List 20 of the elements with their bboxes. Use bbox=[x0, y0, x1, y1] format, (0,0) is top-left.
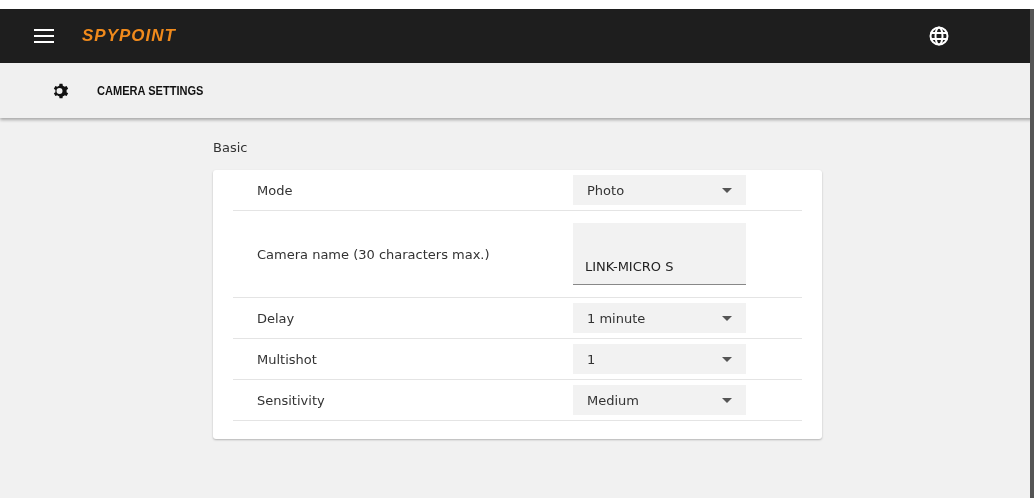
setting-label: Sensitivity bbox=[257, 391, 326, 410]
page-title: CAMERA SETTINGS bbox=[97, 83, 204, 98]
globe-icon[interactable] bbox=[929, 26, 949, 46]
caret-icon bbox=[722, 187, 732, 193]
setting-label: Mode bbox=[257, 181, 294, 200]
input-field[interactable]: LINK-MICRO S bbox=[573, 223, 746, 285]
menu-icon[interactable] bbox=[34, 29, 54, 43]
caret-icon bbox=[722, 315, 732, 321]
caret-icon bbox=[722, 356, 732, 362]
setting-label: Multishot bbox=[257, 350, 318, 369]
brand-logo[interactable]: SPYPOINT bbox=[82, 26, 176, 46]
settings-icon bbox=[52, 81, 70, 100]
dropdown[interactable]: Medium bbox=[573, 385, 746, 415]
dropdown[interactable]: 1 bbox=[573, 344, 746, 374]
dropdown[interactable]: Photo bbox=[573, 175, 746, 205]
setting-label: Camera name (30 characters max.) bbox=[257, 245, 491, 264]
setting-label: Delay bbox=[257, 309, 296, 328]
dropdown[interactable]: 1 minute bbox=[573, 303, 746, 333]
section-title: Basic bbox=[213, 140, 249, 155]
caret-icon bbox=[722, 397, 732, 403]
